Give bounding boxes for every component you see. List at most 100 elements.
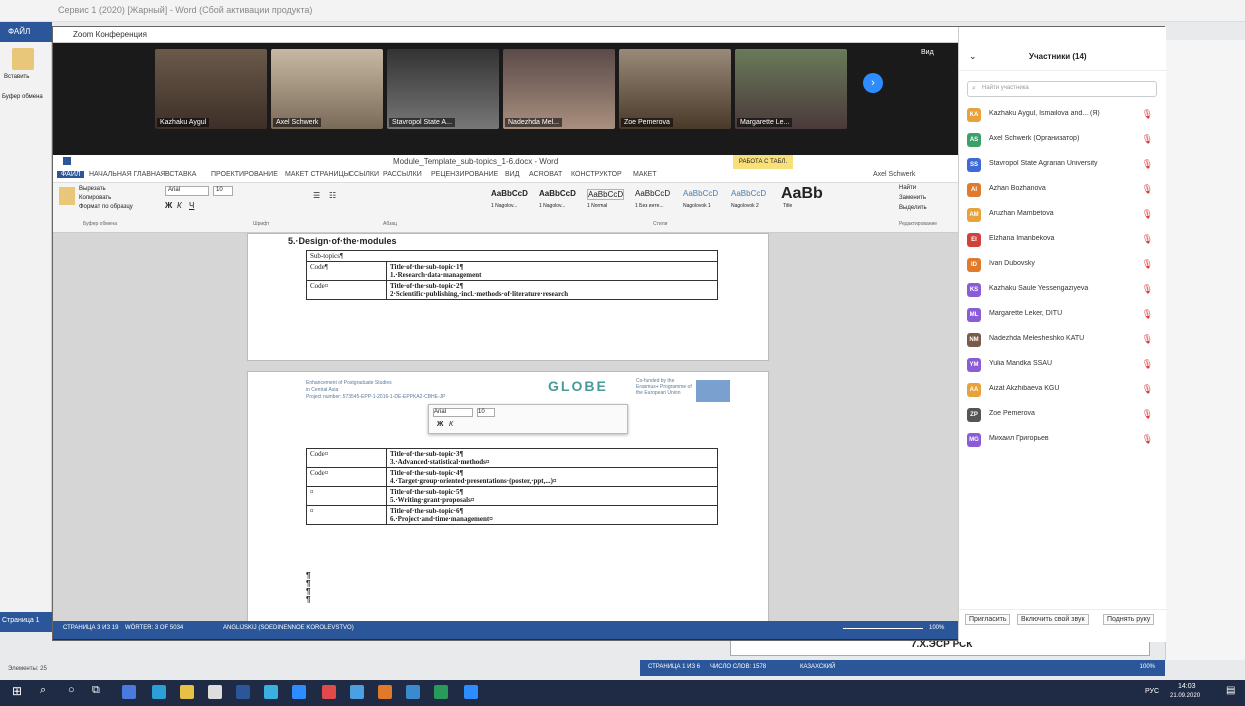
bold-icon[interactable]: Ж (165, 201, 172, 210)
copy-button[interactable]: Копировать (79, 195, 111, 201)
cortana-icon[interactable]: ○ (68, 684, 75, 696)
app-icon[interactable] (122, 685, 136, 699)
participant-row[interactable]: AI Azhan Bozhanova 🎙 (967, 180, 1157, 200)
view-button[interactable]: Вид (921, 49, 934, 56)
table-cell[interactable]: Title·of·the·sub-topic·4¶ 4.·Target·grou… (386, 467, 718, 487)
table-cell[interactable]: Code¤ (306, 467, 387, 487)
table-cell[interactable]: ¤ (306, 486, 387, 506)
table-cell[interactable]: Title·of·the·sub-topic·2¶ 2·Scientific·p… (386, 280, 718, 300)
participant-row[interactable]: AM Aruzhan Mambetova 🎙 (967, 205, 1157, 225)
task-view-icon[interactable]: ⧉ (92, 684, 100, 697)
muted-mic-icon[interactable]: 🎙 (1142, 359, 1153, 370)
app-icon[interactable] (350, 685, 364, 699)
video-tile[interactable]: Axel Schwerk (271, 49, 383, 129)
raise-hand-button[interactable]: Поднять руку (1103, 614, 1155, 625)
font-name-select[interactable]: Arial (165, 186, 209, 196)
paste-icon[interactable] (12, 48, 34, 70)
muted-mic-icon[interactable]: 🎙 (1142, 184, 1153, 195)
app-icon[interactable] (322, 685, 336, 699)
participant-row[interactable]: EI Elzhana Imanbekova 🎙 (967, 230, 1157, 250)
participant-row[interactable]: SS Stavropol State Agrarian University 🎙 (967, 155, 1157, 175)
tab-file[interactable]: ФАЙЛ (57, 171, 85, 178)
muted-mic-icon[interactable]: 🎙 (1142, 284, 1153, 295)
muted-mic-icon[interactable]: 🎙 (1142, 209, 1153, 220)
format-painter-button[interactable]: Формат по образцу (79, 204, 133, 210)
muted-mic-icon[interactable]: 🎙 (1142, 384, 1153, 395)
invite-button[interactable]: Пригласить (965, 614, 1011, 625)
tab-insert[interactable]: ВСТАВКА (165, 171, 196, 178)
style-preview[interactable]: AaBbCcD (539, 189, 576, 198)
mini-size-select[interactable]: 10 (477, 408, 495, 417)
app-icon[interactable] (406, 685, 420, 699)
video-tile[interactable]: Margarette Le... (735, 49, 847, 129)
app-icon[interactable] (264, 685, 278, 699)
table-cell[interactable]: Code¤ (306, 448, 387, 468)
participant-row[interactable]: AS Axel Schwerk (Организатор) 🎙 (967, 130, 1157, 150)
style-preview[interactable]: AaBbCcD (731, 189, 766, 198)
background-file-tab[interactable]: ФАЙЛ (0, 22, 52, 42)
muted-mic-icon[interactable]: 🎙 (1142, 334, 1153, 345)
muted-mic-icon[interactable]: 🎙 (1142, 434, 1153, 445)
word-count[interactable]: WÖRTER: 3 OF 5034 (125, 625, 183, 631)
tab-table-layout[interactable]: МАКЕТ (633, 171, 657, 178)
underline-icon[interactable]: Ч (189, 201, 194, 210)
participant-row[interactable]: MG Михаил Григорьев 🎙 (967, 430, 1157, 450)
find-button[interactable]: Найти (899, 185, 916, 191)
word-taskbar-icon[interactable] (236, 685, 250, 699)
unmute-button[interactable]: Включить свой звук (1017, 614, 1089, 625)
document-page[interactable]: Enhancement of Postgraduate Studies in C… (247, 371, 769, 625)
clock-date[interactable]: 21.09.2020 (1170, 693, 1200, 699)
search-icon[interactable]: ⌕ (40, 684, 46, 697)
tab-mailings[interactable]: РАССЫЛКИ (383, 171, 422, 178)
app-icon[interactable] (378, 685, 392, 699)
tab-layout[interactable]: МАКЕТ СТРАНИЦЫ (285, 171, 350, 178)
font-size-select[interactable]: 10 (213, 186, 233, 196)
table-cell[interactable]: Title·of·the·sub-topic·1¶ 1.·Research·da… (386, 261, 718, 281)
paste-icon[interactable] (59, 187, 75, 205)
bold-icon[interactable]: Ж (437, 421, 443, 428)
tab-design[interactable]: ПРОЕКТИРОВАНИЕ (211, 171, 278, 178)
tab-acrobat[interactable]: ACROBAT (529, 171, 562, 178)
signed-in-user[interactable]: Axel Schwerk (873, 171, 915, 178)
muted-mic-icon[interactable]: 🎙 (1142, 109, 1153, 120)
bullets-icon[interactable]: ☰ (313, 191, 320, 200)
muted-mic-icon[interactable]: 🎙 (1142, 134, 1153, 145)
table-tools-context-tab[interactable]: РАБОТА С ТАБЛ. (733, 155, 793, 169)
participant-search[interactable]: ⌕ Найти участника (967, 81, 1157, 97)
cut-button[interactable]: Вырезать (79, 186, 106, 192)
mini-toolbar[interactable]: Arial 10 Ж К (428, 404, 628, 434)
participant-row[interactable]: KS Kazhaku Saule Yessengaziyeva 🎙 (967, 280, 1157, 300)
style-preview[interactable]: AaBbCcD (683, 189, 718, 198)
zoom-slider[interactable] (843, 628, 923, 629)
notification-icon[interactable]: ▤ (1226, 685, 1235, 696)
replace-button[interactable]: Заменить (899, 195, 926, 201)
participant-row[interactable]: ML Margarette Leker, DITU 🎙 (967, 305, 1157, 325)
style-preview[interactable]: AaBbCcD (635, 189, 670, 198)
tab-references[interactable]: ССЫЛКИ (349, 171, 379, 178)
italic-icon[interactable]: К (449, 421, 453, 428)
tab-constructor[interactable]: КОНСТРУКТОР (571, 171, 622, 178)
tab-view[interactable]: ВИД (505, 171, 519, 178)
file-explorer-icon[interactable] (180, 685, 194, 699)
language-indicator[interactable]: РУС (1145, 688, 1159, 695)
muted-mic-icon[interactable]: 🎙 (1142, 234, 1153, 245)
excel-taskbar-icon[interactable] (434, 685, 448, 699)
table-cell[interactable]: Sub-topics¶ (306, 250, 718, 262)
store-icon[interactable] (208, 685, 222, 699)
language-indicator[interactable]: ANGLIJSKIJ (SOEDINENNOE KOROLEVSTVO) (223, 625, 354, 631)
video-tile[interactable]: Stavropol State A... (387, 49, 499, 129)
muted-mic-icon[interactable]: 🎙 (1142, 159, 1153, 170)
style-preview-selected[interactable]: AaBbCcD (587, 189, 625, 200)
next-videos-icon[interactable]: › (863, 73, 883, 93)
table-cell[interactable]: ¤ (306, 505, 387, 525)
participant-row[interactable]: NM Nadezhda Melesheshko KATU 🎙 (967, 330, 1157, 350)
select-button[interactable]: Выделить (899, 205, 927, 211)
page-indicator[interactable]: СТРАНИЦА 3 ИЗ 19 (63, 625, 118, 631)
table-cell[interactable]: Title·of·the·sub-topic·6¶ 6.·Project·and… (386, 505, 718, 525)
muted-mic-icon[interactable]: 🎙 (1142, 409, 1153, 420)
video-tile[interactable]: Nadezhda Mel... (503, 49, 615, 129)
table-cell[interactable]: Title·of·the·sub-topic·3¶ 3.·Advanced·st… (386, 448, 718, 468)
tab-home[interactable]: НАЧАЛЬНАЯ ГЛАВНАЯ (89, 171, 166, 178)
video-tile[interactable]: Zoe Pemerova (619, 49, 731, 129)
numbering-icon[interactable]: ☷ (329, 191, 336, 200)
